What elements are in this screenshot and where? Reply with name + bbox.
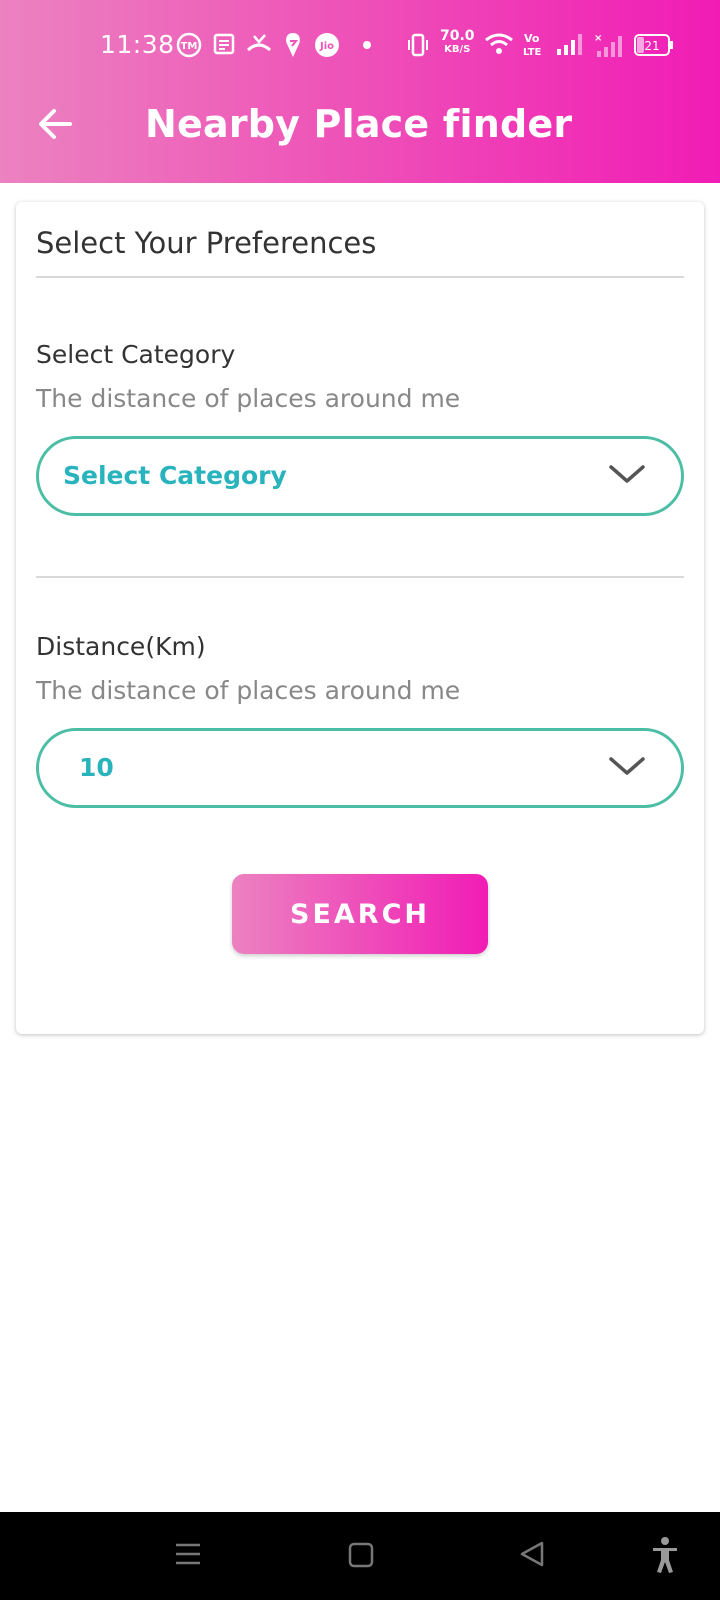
net-speed: 70.0 KB/S	[440, 28, 475, 56]
category-label: Select Category	[36, 340, 236, 369]
distance-label: Distance(Km)	[36, 632, 206, 661]
svg-text:Vo: Vo	[524, 32, 540, 45]
vibrate-icon	[406, 32, 430, 58]
volte-icon: Vo LTE	[522, 30, 548, 58]
system-nav-bar	[0, 1512, 720, 1600]
svg-text:×: ×	[594, 33, 602, 44]
truemessenger-icon: TM	[176, 32, 202, 58]
status-time: 11:38	[100, 30, 175, 59]
distance-hint: The distance of places around me	[36, 676, 461, 705]
category-dropdown[interactable]: Select Category	[36, 436, 684, 516]
news-icon	[212, 32, 236, 56]
category-selected-value: Select Category	[63, 461, 287, 490]
wifi-icon	[484, 32, 514, 56]
battery-icon: 21	[634, 34, 674, 56]
page-title: Nearby Place finder	[145, 102, 573, 146]
signal-no-service-icon: ×	[594, 32, 622, 58]
swiggy-icon	[284, 32, 302, 58]
missed-call-icon	[246, 32, 272, 56]
card-title: Select Your Preferences	[36, 226, 377, 260]
category-hint: The distance of places around me	[36, 384, 461, 413]
status-bar: 11:38 TM Jio 70.0 KB/S Vo LTE × 21	[0, 22, 720, 68]
distance-selected-value: 10	[79, 753, 114, 782]
app-header: 11:38 TM Jio 70.0 KB/S Vo LTE × 21 Nearb…	[0, 0, 720, 183]
svg-text:LTE: LTE	[523, 47, 542, 58]
title-divider	[36, 276, 684, 278]
net-speed-unit: KB/S	[444, 44, 471, 55]
distance-dropdown[interactable]: 10	[36, 728, 684, 808]
chevron-down-icon	[609, 463, 645, 491]
chevron-down-icon	[609, 755, 645, 783]
search-button[interactable]: SEARCH	[232, 874, 488, 954]
net-speed-value: 70.0	[440, 28, 475, 44]
back-button[interactable]	[36, 104, 76, 144]
back-triangle-icon[interactable]	[518, 1540, 546, 1572]
jio-icon: Jio	[314, 32, 340, 58]
dot-icon	[362, 40, 372, 50]
preferences-card: Select Your Preferences Select Category …	[16, 202, 704, 1034]
svg-text:Jio: Jio	[319, 41, 334, 52]
signal-icon	[556, 32, 582, 56]
accessibility-icon[interactable]	[650, 1536, 680, 1578]
home-square-icon[interactable]	[348, 1542, 374, 1572]
arrow-left-icon	[39, 109, 72, 139]
section-divider	[36, 576, 684, 578]
svg-text:21: 21	[644, 39, 659, 53]
svg-text:TM: TM	[181, 41, 198, 52]
menu-icon[interactable]	[174, 1540, 202, 1572]
